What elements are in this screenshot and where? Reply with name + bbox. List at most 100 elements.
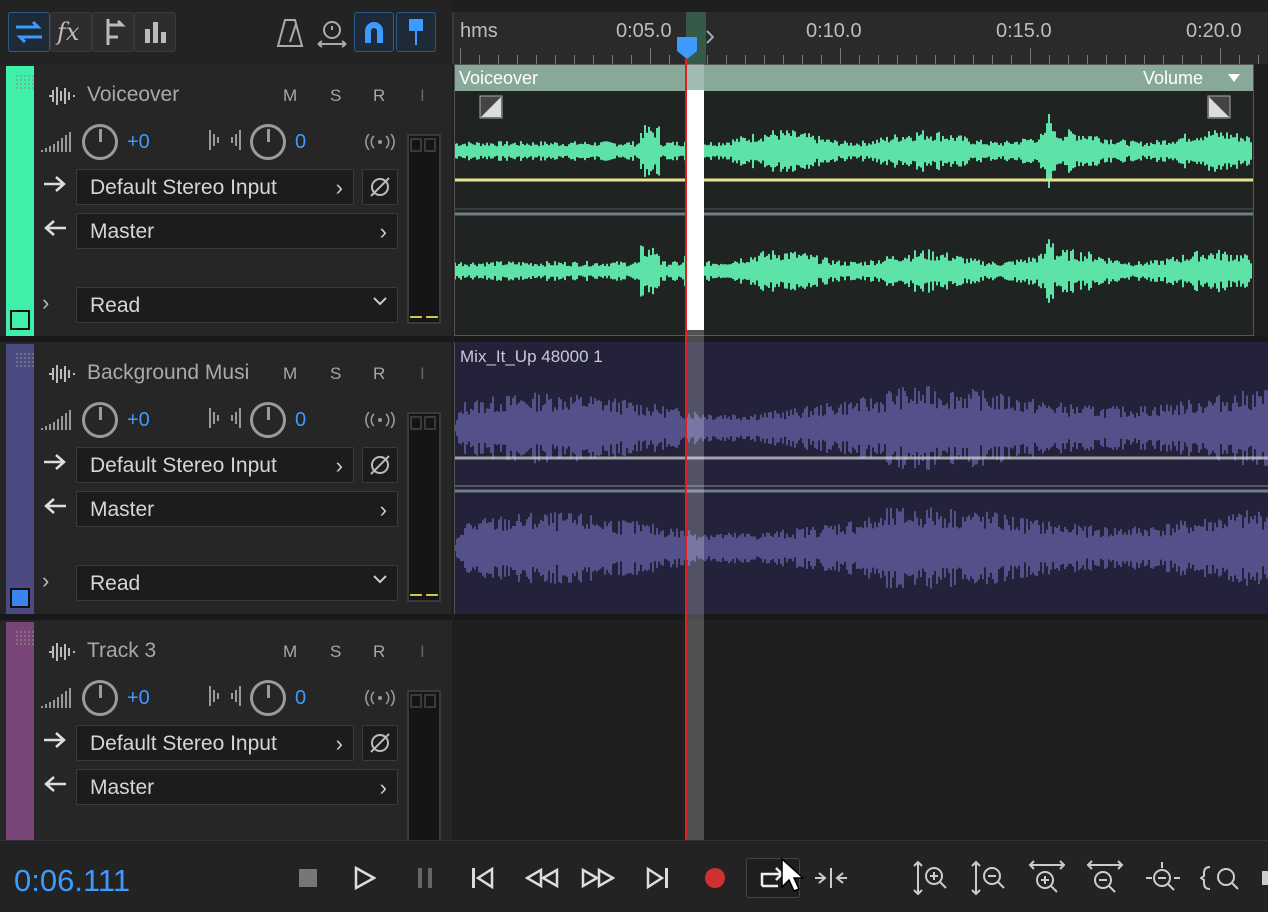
volume-value[interactable]: +0 (127, 409, 150, 432)
input-select[interactable]: Default Stereo Input › (76, 447, 354, 483)
mute-button[interactable]: M (283, 642, 297, 662)
drag-handle[interactable] (15, 352, 35, 368)
zoom-out-amplitude-icon[interactable] (970, 859, 1006, 897)
drag-handle[interactable] (15, 630, 35, 646)
dropdown-triangle-icon[interactable] (1227, 73, 1241, 83)
phase-invert-button[interactable] (362, 169, 398, 205)
clip-voiceover[interactable]: Voiceover Volume (454, 64, 1254, 336)
output-value: Master (90, 776, 155, 799)
waveform-channel (455, 239, 1252, 303)
chevron-down-icon (373, 296, 387, 306)
track-color-swatch[interactable] (10, 588, 30, 608)
zoom-out-time-icon[interactable] (1086, 859, 1124, 897)
metronome-icon[interactable] (276, 18, 304, 48)
skip-selection-icon[interactable] (812, 859, 850, 897)
mute-button[interactable]: M (283, 86, 297, 106)
automation-mode-select[interactable]: Read (76, 565, 398, 601)
phase-invert-button[interactable] (362, 447, 398, 483)
time-ruler[interactable]: hms 0:05.0 0:10.0 0:15.0 0:20.0 (452, 12, 1268, 64)
fast-forward-icon[interactable] (580, 859, 616, 897)
playhead-handle[interactable] (676, 36, 698, 60)
ruler-mark-label: 0:05.0 (616, 20, 672, 42)
eq-icon[interactable] (134, 12, 176, 52)
volume-knob[interactable] (82, 680, 118, 716)
monitor-input-button[interactable]: I (420, 642, 425, 662)
ruler-tick (1011, 55, 1012, 64)
zoom-selection-icon[interactable] (1200, 859, 1244, 897)
zoom-out-full-icon[interactable] (1144, 859, 1182, 897)
input-select[interactable]: Default Stereo Input › (76, 725, 354, 761)
solo-button[interactable]: S (330, 364, 341, 384)
pan-knob[interactable] (250, 402, 286, 438)
drag-handle[interactable] (15, 74, 35, 90)
solo-button[interactable]: S (330, 86, 341, 106)
play-icon[interactable] (352, 859, 378, 897)
record-arm-button[interactable]: R (373, 364, 385, 384)
stereo-balance-icon (208, 404, 242, 432)
output-select[interactable]: Master › (76, 491, 398, 527)
track-color-strip[interactable] (6, 344, 35, 614)
ruler-tick (555, 55, 556, 64)
volume-value[interactable]: +0 (127, 131, 150, 154)
clip-music[interactable]: Mix_It_Up 48000 1 (454, 342, 1268, 614)
marker-icon[interactable] (396, 12, 436, 52)
track-lane-background-music[interactable]: Mix_It_Up 48000 1 (454, 342, 1268, 620)
track-name[interactable]: Background Musi (87, 361, 249, 385)
zoom-in-time-icon[interactable] (1028, 859, 1066, 897)
current-time-display[interactable]: 0:06.111 (14, 863, 130, 899)
rewind-icon[interactable] (524, 859, 560, 897)
pan-knob[interactable] (250, 680, 286, 716)
mute-button[interactable]: M (283, 364, 297, 384)
record-arm-button[interactable]: R (373, 642, 385, 662)
fx-icon[interactable]: fx (50, 12, 92, 52)
track-header-background-music: Background Musi M S R I +0 0 Default Ste… (0, 342, 452, 620)
zoom-in-amplitude-icon[interactable] (912, 859, 948, 897)
pan-value[interactable]: 0 (295, 409, 306, 432)
sends-icon[interactable] (92, 12, 134, 52)
track-lane-voiceover[interactable]: Voiceover Volume (454, 64, 1268, 342)
level-meter (407, 134, 441, 324)
stop-icon[interactable] (296, 859, 320, 897)
monitor-input-button[interactable]: I (420, 364, 425, 384)
output-select[interactable]: Master › (76, 769, 398, 805)
expand-automation-icon[interactable]: › (42, 290, 49, 316)
track-color-strip[interactable] (6, 66, 35, 336)
chevron-right-icon: › (335, 453, 343, 478)
chevron-down-icon (373, 574, 387, 584)
pan-value[interactable]: 0 (295, 687, 306, 710)
level-meter (407, 690, 441, 840)
automation-mode-select[interactable]: Read (76, 287, 398, 323)
snap-icon[interactable] (354, 12, 394, 52)
volume-value[interactable]: +0 (127, 687, 150, 710)
volume-knob[interactable] (82, 402, 118, 438)
pause-icon[interactable] (412, 859, 438, 897)
chevron-right-icon: › (379, 775, 387, 800)
monitor-input-button[interactable]: I (420, 86, 425, 106)
pan-value[interactable]: 0 (295, 131, 306, 154)
volume-knob[interactable] (82, 124, 118, 160)
solo-button[interactable]: S (330, 642, 341, 662)
record-icon[interactable] (702, 859, 728, 897)
input-value: Default Stereo Input (90, 732, 277, 755)
ruler-tick (1239, 55, 1240, 64)
input-value: Default Stereo Input (90, 176, 277, 199)
track-lane-track-3[interactable] (454, 620, 1268, 840)
go-to-start-icon[interactable] (468, 859, 496, 897)
envelope-menu-label[interactable]: Volume (1143, 68, 1203, 89)
switch-editor-icon[interactable] (8, 12, 50, 52)
time-stretch-icon[interactable] (316, 18, 348, 50)
track-name[interactable]: Voiceover (87, 83, 179, 107)
expand-automation-icon[interactable]: › (42, 568, 49, 594)
phase-invert-button[interactable] (362, 725, 398, 761)
track-color-swatch[interactable] (10, 310, 30, 330)
input-select[interactable]: Default Stereo Input › (76, 169, 354, 205)
go-to-end-icon[interactable] (644, 859, 672, 897)
track-color-strip[interactable] (6, 622, 35, 840)
track-name[interactable]: Track 3 (87, 639, 156, 663)
ruler-tick (1144, 55, 1145, 64)
pan-knob[interactable] (250, 124, 286, 160)
playhead-line[interactable] (685, 58, 687, 840)
output-select[interactable]: Master › (76, 213, 398, 249)
clip-header[interactable]: Voiceover Volume (455, 65, 1253, 91)
record-arm-button[interactable]: R (373, 86, 385, 106)
